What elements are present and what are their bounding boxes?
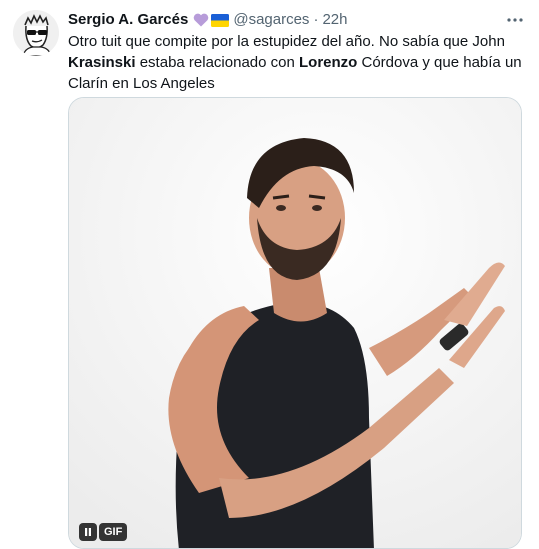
- ukraine-flag-icon: [211, 13, 230, 27]
- purple-heart-icon: [193, 13, 209, 27]
- tweet-header: Sergio A. Garcés @sagarces · 22h: [68, 9, 347, 31]
- gif-controls: GIF: [79, 522, 128, 542]
- timestamp[interactable]: 22h: [322, 9, 347, 31]
- ellipsis-icon: [507, 18, 523, 22]
- tweet-text-segment: estaba relacionado con: [135, 54, 299, 71]
- more-options-button[interactable]: [500, 8, 530, 32]
- author-name[interactable]: Sergio A. Garcés: [68, 9, 188, 31]
- separator-dot: ·: [313, 11, 319, 28]
- author-handle[interactable]: @sagarces: [233, 9, 309, 31]
- avatar[interactable]: [13, 10, 59, 56]
- tweet[interactable]: Sergio A. Garcés @sagarces · 22h Otro tu…: [0, 0, 539, 549]
- pause-icon: [85, 528, 91, 536]
- gif-image: [69, 98, 521, 548]
- avatar-drawing: [13, 10, 59, 56]
- gif-media[interactable]: GIF: [68, 97, 522, 549]
- tweet-text: Otro tuit que compite por la estupidez d…: [68, 31, 530, 94]
- pause-button[interactable]: [79, 523, 97, 541]
- gif-badge: GIF: [99, 523, 128, 541]
- tweet-text-bold-krasinski: Krasinski: [68, 54, 136, 71]
- tweet-text-bold-lorenzo: Lorenzo: [299, 54, 358, 71]
- tweet-text-segment: Otro tuit que compite por la estupidez d…: [68, 33, 505, 50]
